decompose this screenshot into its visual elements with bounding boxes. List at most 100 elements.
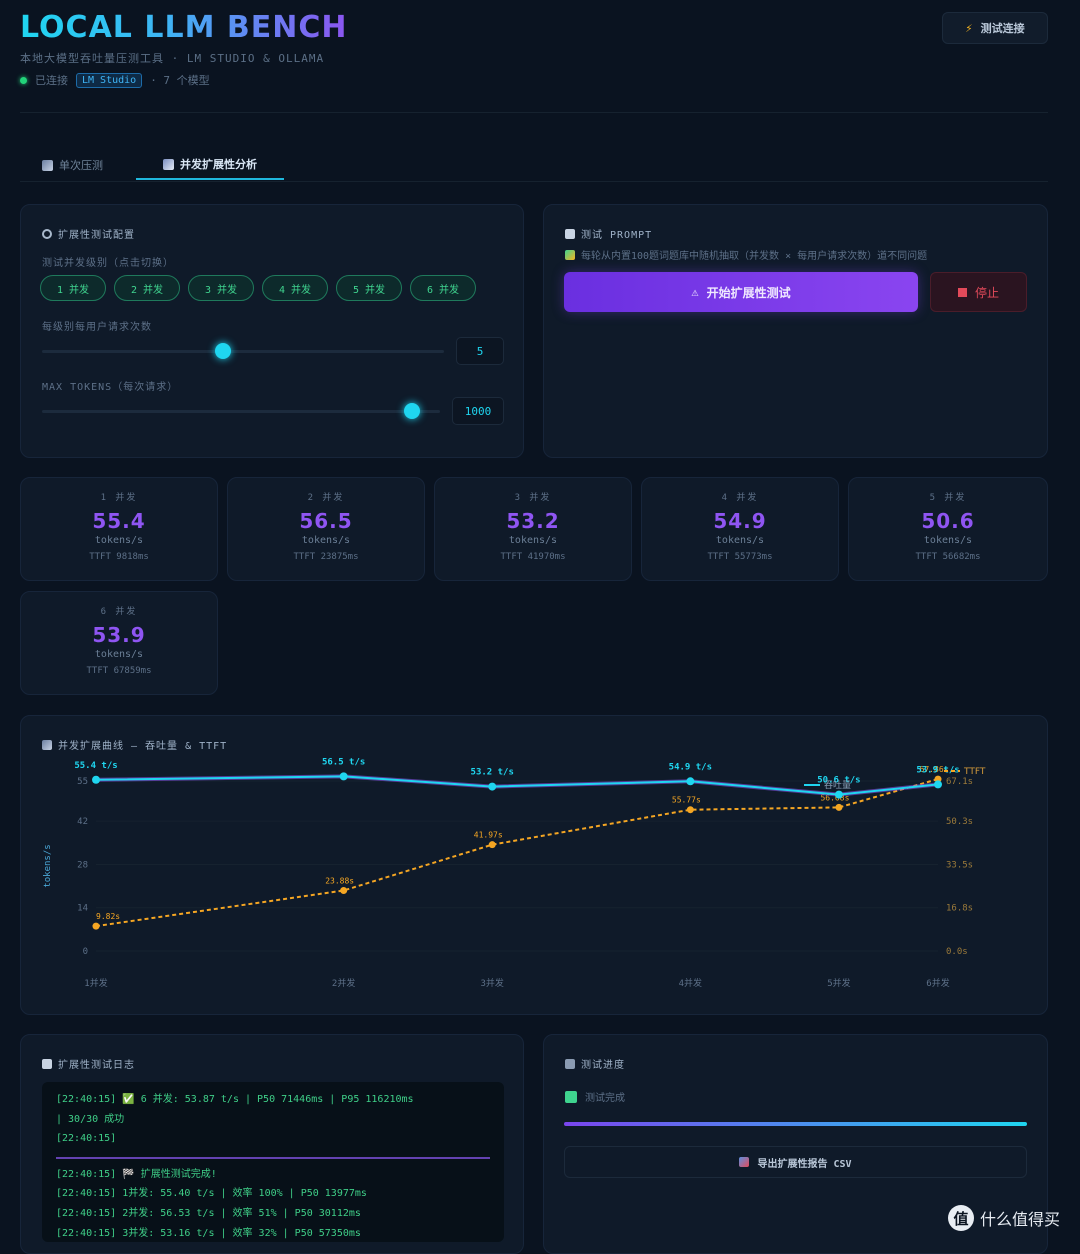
max-tokens-input[interactable]: 1000 bbox=[452, 397, 504, 425]
connection-status: 已连接 LM Studio · 7 个模型 bbox=[20, 72, 210, 88]
throughput-point bbox=[92, 775, 100, 784]
throughput-data-label: 54.9 t/s bbox=[669, 762, 712, 772]
test-connection-label: 测试连接 bbox=[980, 22, 1025, 35]
test-connection-button[interactable]: ⚡ 测试连接 bbox=[942, 12, 1048, 44]
stat-card-unit: tokens/s bbox=[923, 535, 973, 546]
throughput-data-label: 53.2 t/s bbox=[471, 768, 514, 778]
max-tokens-slider-thumb[interactable] bbox=[404, 403, 421, 419]
x-tick-label: 1并发 bbox=[84, 977, 107, 989]
log-line: [22:40:15] 1并发: 55.40 t/s | 效率 100% | P5… bbox=[56, 1188, 367, 1200]
stat-card-ttft: TTFT 9818ms bbox=[89, 552, 149, 562]
stat-card-3: 3 并发 53.2 tokens/s TTFT 41970ms bbox=[434, 477, 632, 581]
throughput-point bbox=[686, 777, 695, 786]
log-output[interactable]: [22:40:15] ✅ 6 并发: 53.87 t/s | P50 71446… bbox=[42, 1082, 504, 1242]
requests-input[interactable]: 5 bbox=[456, 337, 504, 365]
start-scalability-button[interactable]: ⚠ 开始扩展性测试 bbox=[564, 272, 918, 312]
stat-card-unit: tokens/s bbox=[301, 535, 351, 546]
tab-scalability[interactable]: 并发扩展性分析 bbox=[136, 150, 284, 180]
check-icon bbox=[565, 1090, 577, 1103]
y2-tick-label: 33.5s bbox=[946, 860, 973, 870]
log-separator bbox=[56, 1156, 490, 1159]
ttft-point bbox=[92, 922, 100, 930]
max-tokens-label: MAX TOKENS（每次请求） bbox=[42, 382, 179, 393]
prompt-title: 测试 PROMPT bbox=[565, 226, 652, 241]
requests-label: 每级别每用户请求次数 bbox=[42, 322, 152, 333]
tabs-divider bbox=[20, 181, 1048, 182]
level-pill-1[interactable]: 1 并发 bbox=[40, 275, 106, 301]
prompt-hint-text: 每轮从内置100题词题库中随机抽取（并发数 × 每用户请求次数）道不同问题 bbox=[581, 251, 928, 262]
stat-card-value: 55.4 bbox=[92, 509, 146, 533]
stat-card-label: 2 并发 bbox=[307, 493, 345, 503]
requests-slider-track[interactable] bbox=[42, 350, 444, 353]
stop-button[interactable]: 停止 bbox=[930, 272, 1027, 312]
stat-card-value: 56.5 bbox=[299, 509, 353, 533]
stat-card-ttft: TTFT 23875ms bbox=[293, 552, 359, 562]
watermark-logo-icon: 值 bbox=[948, 1205, 974, 1231]
x-tick-label: 6并发 bbox=[926, 977, 949, 989]
clipboard-icon bbox=[42, 1058, 52, 1069]
config-title: 扩展性测试配置 bbox=[42, 226, 135, 241]
stat-card-4: 4 并发 54.9 tokens/s TTFT 55773ms bbox=[641, 477, 839, 581]
throughput-data-label: 56.5 t/s bbox=[322, 757, 365, 767]
level-pill-2[interactable]: 2 并发 bbox=[114, 275, 180, 301]
throughput-point bbox=[834, 790, 843, 799]
watermark-text: 什么值得买 bbox=[980, 1210, 1061, 1229]
level-pill-3[interactable]: 3 并发 bbox=[188, 275, 254, 301]
progress-title: 测试进度 bbox=[565, 1056, 625, 1071]
legend-ttft-label: TTFT bbox=[963, 767, 986, 777]
stat-card-5: 5 并发 50.6 tokens/s TTFT 56682ms bbox=[848, 477, 1048, 581]
ttft-point bbox=[340, 886, 348, 894]
throughput-data-label: 55.4 t/s bbox=[74, 761, 117, 771]
stat-card-unit: tokens/s bbox=[715, 535, 765, 546]
chart-icon bbox=[42, 159, 53, 171]
stat-card-label: 3 并发 bbox=[514, 493, 552, 503]
prompt-hint: 每轮从内置100题词题库中随机抽取（并发数 × 每用户请求次数）道不同问题 bbox=[565, 247, 927, 262]
y-tick-label: 55 bbox=[77, 777, 88, 787]
y2-tick-label: 67.1s bbox=[946, 777, 973, 787]
stat-card-ttft: TTFT 67859ms bbox=[86, 666, 152, 676]
y-axis-label: tokens/s bbox=[43, 844, 53, 887]
status-dot-icon bbox=[20, 76, 27, 84]
y2-tick-label: 0.0s bbox=[946, 947, 968, 957]
stat-card-label: 4 并发 bbox=[721, 493, 759, 503]
export-icon bbox=[739, 1157, 750, 1167]
backend-badge: LM Studio bbox=[76, 72, 143, 88]
throughput-point bbox=[488, 782, 497, 791]
level-pill-6[interactable]: 6 并发 bbox=[410, 275, 476, 301]
config-title-text: 扩展性测试配置 bbox=[58, 230, 135, 241]
y-tick-label: 0 bbox=[83, 947, 88, 957]
log-line: [22:40:15] bbox=[56, 1133, 117, 1145]
stat-card-value: 54.9 bbox=[713, 509, 767, 533]
app-subtitle: 本地大模型吞吐量压测工具 · LM STUDIO & OLLAMA bbox=[20, 52, 325, 65]
stat-card-label: 1 并发 bbox=[100, 493, 138, 503]
stat-card-2: 2 并发 56.5 tokens/s TTFT 23875ms bbox=[227, 477, 425, 581]
bar-chart-icon bbox=[163, 158, 174, 170]
level-pill-4[interactable]: 4 并发 bbox=[262, 275, 328, 301]
warning-icon: ⚠ bbox=[691, 285, 699, 299]
export-csv-button[interactable]: 导出扩展性报告 CSV bbox=[564, 1146, 1027, 1178]
chat-icon bbox=[565, 228, 575, 239]
stat-card-value: 50.6 bbox=[921, 509, 975, 533]
throughput-point bbox=[934, 780, 942, 789]
x-tick-label: 5并发 bbox=[827, 977, 850, 989]
stop-icon bbox=[957, 287, 967, 297]
level-pill-5[interactable]: 5 并发 bbox=[336, 275, 402, 301]
stat-card-ttft: TTFT 41970ms bbox=[500, 552, 566, 562]
watermark: 值 什么值得买 bbox=[948, 1205, 1060, 1231]
legend-throughput-label: 吞吐量 bbox=[824, 780, 851, 791]
requests-slider-thumb[interactable] bbox=[214, 343, 231, 359]
log-line: | 30/30 成功 bbox=[56, 1113, 125, 1125]
header-divider bbox=[20, 112, 1048, 113]
stat-card-label: 6 并发 bbox=[100, 607, 138, 617]
throughput-point bbox=[339, 772, 348, 781]
tab-single-test[interactable]: 单次压测 bbox=[36, 150, 109, 180]
stop-label: 停止 bbox=[974, 285, 999, 300]
y2-tick-label: 50.3s bbox=[946, 817, 973, 827]
stat-card-unit: tokens/s bbox=[94, 535, 144, 546]
progress-bar bbox=[564, 1122, 1027, 1126]
max-tokens-slider-track[interactable] bbox=[42, 410, 440, 413]
progress-title-text: 测试进度 bbox=[581, 1060, 625, 1071]
level-pills: 1 并发 2 并发 3 并发 4 并发 5 并发 6 并发 bbox=[40, 275, 476, 301]
stat-card-6: 6 并发 53.9 tokens/s TTFT 67859ms bbox=[20, 591, 218, 695]
ttft-line bbox=[95, 778, 939, 928]
